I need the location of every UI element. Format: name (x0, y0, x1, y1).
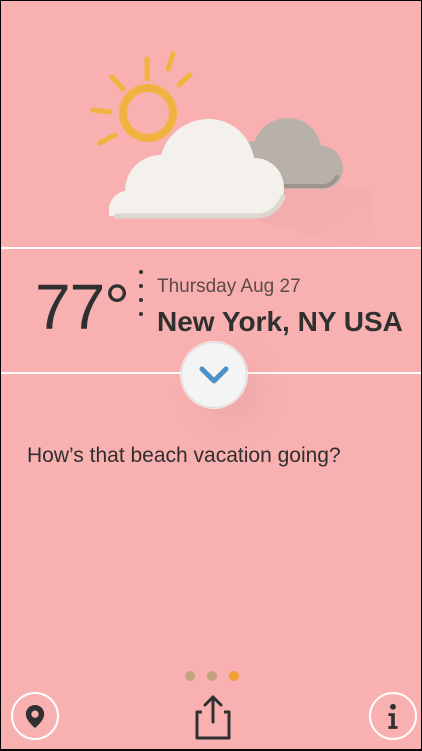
share-button[interactable] (192, 691, 234, 743)
date-label: Thursday Aug 27 (157, 276, 301, 297)
weather-screen: 77° Thursday Aug 27 New York, NY USA How… (1, 1, 421, 749)
temperature: 77° (35, 271, 130, 343)
weather-message: How’s that beach vacation going? (27, 444, 341, 467)
separator-dot (139, 312, 143, 316)
top-divider (1, 247, 421, 249)
chevron-down-icon (199, 366, 229, 384)
page-dot[interactable] (207, 671, 217, 681)
page-dot[interactable] (229, 671, 239, 681)
page-dot[interactable] (185, 671, 195, 681)
info-button[interactable] (369, 692, 417, 740)
separator-dots (137, 270, 145, 330)
partly-cloudy-icon (71, 51, 371, 251)
location-pin-icon (25, 705, 45, 728)
info-icon (388, 703, 398, 729)
location-button[interactable] (11, 692, 59, 740)
share-icon (195, 695, 231, 740)
page-indicator (185, 671, 241, 683)
separator-dot (139, 270, 143, 274)
expand-button[interactable] (181, 342, 247, 408)
separator-dot (139, 298, 143, 302)
separator-dot (139, 284, 143, 288)
location-label: New York, NY USA (157, 306, 403, 337)
